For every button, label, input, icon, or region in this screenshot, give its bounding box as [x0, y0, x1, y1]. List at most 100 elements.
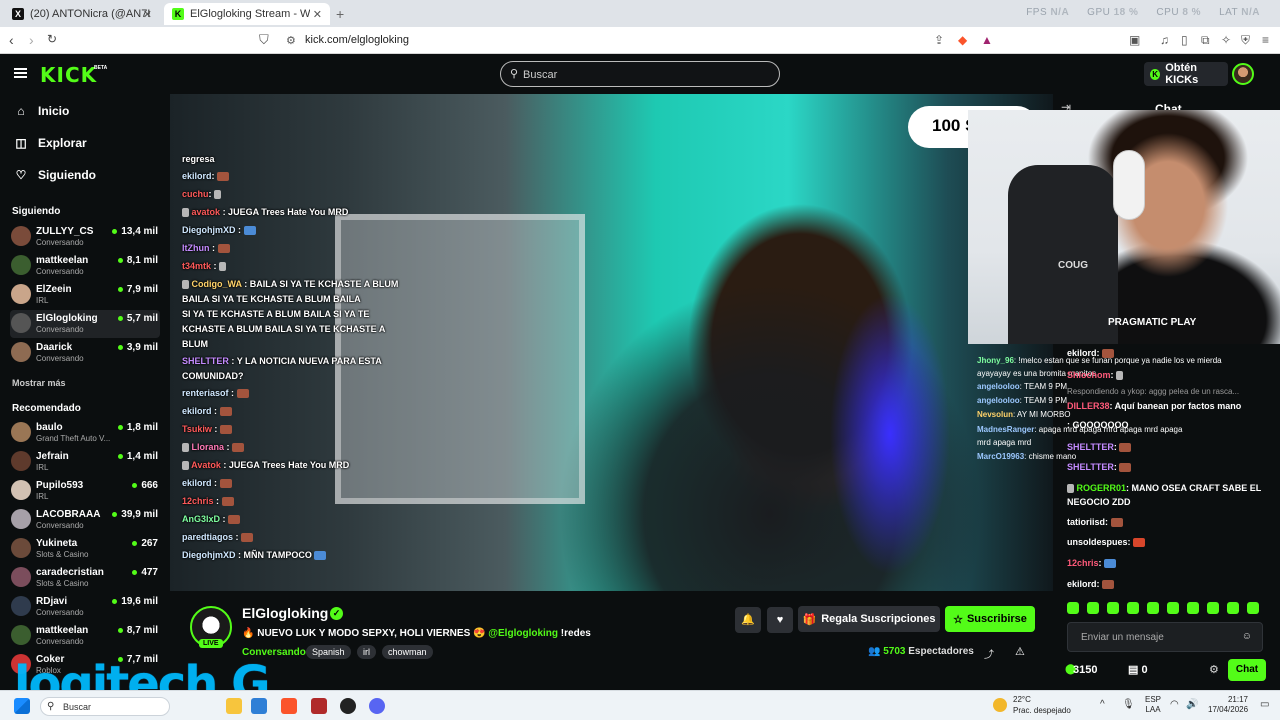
sidebar-channel[interactable]: mattkeelan Conversando 8,1 mil	[10, 252, 160, 280]
emoji-picker-icon[interactable]: ☺	[1242, 631, 1252, 642]
emote-icon[interactable]	[1227, 602, 1239, 614]
emote-icon	[219, 262, 227, 272]
kick-logo-icon: K	[172, 8, 184, 20]
weather-widget[interactable]: 22°C Prac. despejado	[1013, 694, 1071, 716]
reader-icon[interactable]: ▯	[1181, 33, 1188, 47]
chat-settings-icon[interactable]: ⚙	[1209, 663, 1219, 676]
share-icon[interactable]: ⇪	[934, 33, 944, 47]
app-icon[interactable]	[311, 698, 327, 714]
nav-following[interactable]: ♡ Siguiendo	[14, 168, 96, 182]
app-icon[interactable]	[251, 698, 267, 714]
vpn-icon[interactable]: ⛨	[1241, 33, 1250, 48]
brave-browser-icon[interactable]	[281, 698, 297, 714]
microphone-icon[interactable]: 🎙	[1122, 699, 1135, 710]
avatar	[11, 451, 31, 471]
sidebar-channel[interactable]: caradecristian Slots & Casino 477	[10, 564, 160, 592]
volume-icon[interactable]: 🔊	[1186, 699, 1198, 710]
emote-icon[interactable]	[1147, 602, 1159, 614]
chat-message: unsoldespues:	[1067, 537, 1146, 548]
new-tab-icon[interactable]: +	[336, 6, 344, 22]
chest-count[interactable]: ▤ 0	[1128, 663, 1148, 676]
brave-rewards-icon[interactable]: ▲	[981, 33, 993, 47]
emote-icon[interactable]	[1087, 602, 1099, 614]
user-avatar[interactable]	[1232, 63, 1254, 85]
notifications-icon[interactable]: ▭	[1260, 699, 1269, 710]
extensions-icon[interactable]: ⧉	[1201, 33, 1210, 48]
browser-tab-bar: X (20) ANTONicra (@AN7HONY1811) / ✕ K El…	[0, 0, 1280, 27]
send-chat-button[interactable]: Chat	[1228, 659, 1266, 681]
avatar	[11, 509, 31, 529]
emote-icon[interactable]	[1067, 602, 1079, 614]
emote-icon[interactable]	[1207, 602, 1219, 614]
close-tab-icon[interactable]: ✕	[143, 8, 152, 21]
sidebar-channel[interactable]: Pupilo593 IRL 666	[10, 477, 160, 505]
share-icon[interactable]: ⤴	[984, 646, 994, 661]
show-more-link[interactable]: Mostrar más	[12, 378, 66, 388]
stream-tag[interactable]: irl	[357, 645, 376, 659]
brave-shield-icon[interactable]: ◆	[958, 33, 967, 47]
discord-icon[interactable]	[369, 698, 385, 714]
taskbar-search[interactable]: ⚲ Buscar	[40, 697, 170, 716]
sidebar-channel[interactable]: mattkeelan Conversando 8,7 mil	[10, 622, 160, 650]
reload-icon[interactable]: ↻	[47, 32, 57, 46]
site-info-icon[interactable]: ⚙	[286, 34, 296, 47]
hamburger-menu-icon[interactable]	[14, 68, 27, 78]
sidebar-channel[interactable]: baulo Grand Theft Auto V... 1,8 mil	[10, 419, 160, 447]
menu-icon[interactable]: ≡	[1262, 33, 1269, 47]
url-field[interactable]: kick.com/elglogloking	[305, 34, 409, 46]
forward-icon[interactable]: ›	[29, 32, 34, 48]
get-kicks-button[interactable]: K Obtén KICKs	[1144, 62, 1228, 86]
subscribe-button[interactable]: ☆ Suscribirse	[945, 606, 1035, 632]
emote-icon[interactable]	[1127, 602, 1139, 614]
streamer-name[interactable]: ElGlogloking	[242, 605, 328, 621]
sidebar-channel[interactable]: ZULLYY_CS Conversando 13,4 mil	[10, 223, 160, 251]
sidebar-channel[interactable]: LACOBRAAA Conversando 39,9 mil	[10, 506, 160, 534]
sidebar-channel[interactable]: Jefrain IRL 1,4 mil	[10, 448, 160, 476]
app-icon[interactable]	[340, 698, 356, 714]
get-kicks-label: Obtén KICKs	[1165, 62, 1199, 86]
back-icon[interactable]: ‹	[9, 32, 14, 48]
emote-icon[interactable]	[1167, 602, 1179, 614]
emote-icon[interactable]	[1187, 602, 1199, 614]
close-tab-icon[interactable]: ✕	[313, 8, 322, 21]
stream-tag[interactable]: Spanish	[306, 645, 351, 659]
sidebar-channel[interactable]: Yukineta Slots & Casino 267	[10, 535, 160, 563]
ai-icon[interactable]: ✧	[1221, 33, 1231, 47]
chat-input[interactable]: Enviar un mensaje ☺	[1067, 622, 1263, 652]
wifi-icon[interactable]: ◠	[1170, 699, 1179, 710]
bookmark-icon[interactable]: ⛉	[259, 32, 269, 48]
emote-icon[interactable]	[1107, 602, 1119, 614]
file-explorer-icon[interactable]	[226, 698, 242, 714]
channel-points[interactable]: 3150	[1073, 664, 1097, 676]
emote-icon[interactable]	[1247, 602, 1259, 614]
sidebar-channel[interactable]: Daarick Conversando 3,9 mil	[10, 339, 160, 367]
sidebar-channel[interactable]: RDjavi Conversando 19,6 mil	[10, 593, 160, 621]
search-input[interactable]: ⚲ Buscar	[500, 61, 780, 87]
kick-logo[interactable]: KICK	[40, 63, 97, 87]
overlay-chat-line: DiegohjmXD : MÑN TAMPOCO	[182, 550, 327, 561]
nav-home[interactable]: ⌂ Inicio	[14, 104, 69, 118]
video-player[interactable]: 100 S regresa ekilord: cuchu: avatok : J…	[170, 94, 1053, 591]
sidebar-toggle-icon[interactable]: ▣	[1129, 33, 1140, 47]
tray-overflow-icon[interactable]: ^	[1100, 699, 1105, 710]
chat-message: ROGERR01: MANO OSEA CRAFT SABE EL	[1067, 483, 1261, 494]
report-icon[interactable]: ⚠	[1015, 645, 1025, 658]
media-icon[interactable]: ♫	[1160, 33, 1169, 47]
channel-category: Conversando	[36, 521, 84, 530]
search-icon: ⚲	[47, 701, 55, 712]
language-indicator[interactable]: ESP LAA	[1145, 695, 1161, 715]
channel-category: Conversando	[36, 354, 84, 363]
emote-icon	[1119, 463, 1132, 473]
sidebar-channel[interactable]: ElZeein IRL 7,9 mil	[10, 281, 160, 309]
gift-subs-button[interactable]: 🎁 Regala Suscripciones	[798, 606, 940, 632]
taskbar-clock[interactable]: 21:17 17/04/2026	[1208, 695, 1248, 715]
follow-heart-button[interactable]: ♥	[767, 607, 793, 633]
browser-tab-x[interactable]: X (20) ANTONicra (@AN7HONY1811) / ✕	[4, 3, 160, 25]
nav-explore[interactable]: ◫ Explorar	[14, 136, 86, 150]
notification-bell-button[interactable]: 🔔	[735, 607, 761, 633]
windows-start-icon[interactable]	[14, 698, 30, 714]
browser-tab-kick[interactable]: K ElGlogloking Stream - Watch Live ✕	[164, 3, 330, 25]
star-icon: ☆	[953, 613, 963, 626]
sidebar-channel-active[interactable]: ElGlogloking Conversando 5,7 mil	[10, 310, 160, 338]
stream-tag[interactable]: chowman	[382, 645, 433, 659]
